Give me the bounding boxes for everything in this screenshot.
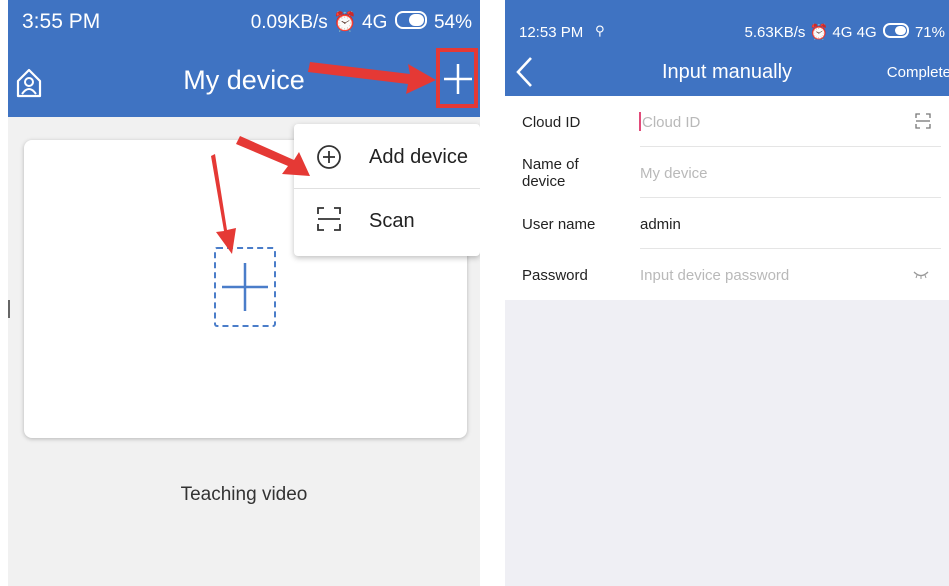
page-title: Input manually bbox=[661, 61, 793, 83]
search-icon: ⚲ bbox=[595, 23, 605, 38]
device-form: Cloud ID Cloud ID Name of device My devi… bbox=[505, 96, 949, 300]
menu-item-add-device[interactable]: Add device bbox=[294, 124, 480, 188]
plus-circle-icon bbox=[317, 145, 341, 169]
menu-item-scan[interactable]: Scan bbox=[294, 190, 480, 254]
complete-button[interactable]: Complete bbox=[887, 64, 949, 81]
add-device-tile[interactable] bbox=[214, 247, 276, 327]
menu-label: Add device bbox=[369, 146, 468, 168]
battery-icon bbox=[394, 11, 427, 29]
alarm-icon: ⏰ bbox=[333, 12, 357, 33]
password-row: Password Input device password bbox=[505, 249, 949, 300]
popup-menu: Add device Scan bbox=[294, 124, 480, 256]
plus-icon bbox=[444, 64, 472, 94]
eye-closed-icon[interactable] bbox=[913, 271, 929, 279]
status-time: 12:53 PM bbox=[519, 24, 584, 41]
left-phone-screen: 3:55 PM 0.09KB/s ⏰ 4G 54% My device Add … bbox=[8, 0, 480, 586]
scan-icon[interactable] bbox=[915, 113, 931, 129]
status-indicators: 5.63KB/s ⏰ 4G 4G 71% bbox=[745, 23, 945, 41]
signal-label-2: 4G bbox=[856, 24, 877, 41]
scan-icon bbox=[317, 207, 341, 231]
battery-percent: 54% bbox=[433, 12, 472, 33]
device-name-row: Name of device My device bbox=[505, 147, 949, 198]
status-time: 3:55 PM bbox=[22, 10, 101, 33]
battery-icon bbox=[882, 23, 909, 38]
menu-divider bbox=[294, 188, 480, 189]
cloud-id-input[interactable]: Cloud ID bbox=[642, 114, 700, 131]
field-label: Password bbox=[522, 267, 588, 284]
field-label: Name of device bbox=[522, 156, 579, 190]
text-cursor bbox=[639, 112, 641, 131]
field-label: User name bbox=[522, 216, 596, 233]
network-speed: 0.09KB/s bbox=[250, 12, 328, 33]
battery-percent: 71% bbox=[914, 24, 945, 41]
device-name-input[interactable]: My device bbox=[640, 165, 708, 182]
user-name-row: User name admin bbox=[505, 198, 949, 249]
add-button[interactable] bbox=[436, 48, 478, 108]
right-phone-screen: 12:53 PM ⚲ 5.63KB/s ⏰ 4G 4G 71% Input ma… bbox=[505, 0, 949, 586]
teaching-video-link[interactable]: Teaching video bbox=[8, 484, 480, 506]
app-header: 3:55 PM 0.09KB/s ⏰ 4G 54% My device bbox=[8, 0, 480, 117]
cloud-id-row: Cloud ID Cloud ID bbox=[505, 96, 949, 147]
password-input[interactable]: Input device password bbox=[640, 267, 789, 284]
plus-icon bbox=[222, 263, 268, 311]
page-title: My device bbox=[183, 65, 305, 95]
status-indicators: 0.09KB/s ⏰ 4G 54% bbox=[251, 10, 472, 34]
menu-label: Scan bbox=[369, 210, 415, 232]
alarm-icon: ⏰ bbox=[809, 24, 829, 41]
field-label: Cloud ID bbox=[522, 114, 581, 131]
user-name-input[interactable]: admin bbox=[640, 216, 681, 233]
edge-mark bbox=[8, 300, 10, 318]
signal-label: 4G bbox=[832, 24, 853, 41]
signal-label: 4G bbox=[362, 12, 388, 33]
app-header: 12:53 PM ⚲ 5.63KB/s ⏰ 4G 4G 71% Input ma… bbox=[505, 0, 949, 96]
network-speed: 5.63KB/s bbox=[744, 24, 806, 41]
